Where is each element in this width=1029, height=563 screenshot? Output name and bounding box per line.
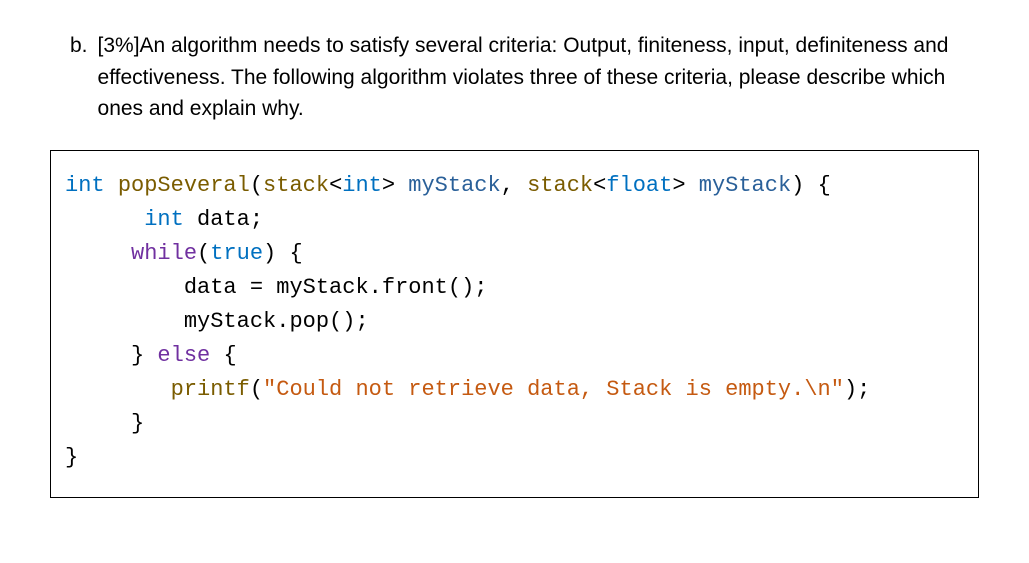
paren-close: ) xyxy=(791,173,804,198)
angle-lt: < xyxy=(329,173,342,198)
keyword-while: while xyxy=(131,241,197,266)
keyword-else: else xyxy=(144,343,223,368)
question-label: b. xyxy=(50,30,88,62)
indent xyxy=(65,241,131,266)
brace-close: } xyxy=(65,445,78,470)
code-line-outer-close: } xyxy=(65,441,964,475)
function-name: popSeveral xyxy=(118,173,250,198)
code-line-inner-close: } xyxy=(65,407,964,441)
param-name: myStack xyxy=(395,173,501,198)
indent xyxy=(65,309,184,334)
type-stack: stack xyxy=(527,173,593,198)
indent xyxy=(65,207,144,232)
brace-close: } xyxy=(131,343,144,368)
stmt: data = myStack.front(); xyxy=(184,275,488,300)
code-line-body1: data = myStack.front(); xyxy=(65,271,964,305)
code-line-body2: myStack.pop(); xyxy=(65,305,964,339)
indent xyxy=(65,377,171,402)
fn-printf: printf xyxy=(171,377,250,402)
angle-lt: < xyxy=(593,173,606,198)
brace-open: { xyxy=(276,241,302,266)
code-box: int popSeveral(stack<int> myStack, stack… xyxy=(50,150,979,499)
code-line-decl: int data; xyxy=(65,203,964,237)
indent xyxy=(65,275,184,300)
brace-open: { xyxy=(223,343,236,368)
comma: , xyxy=(501,173,527,198)
var-decl: data; xyxy=(184,207,263,232)
code-line-else: } else { xyxy=(65,339,964,373)
paren-open: ( xyxy=(197,241,210,266)
code-line-signature: int popSeveral(stack<int> myStack, stack… xyxy=(65,169,964,203)
param-name: myStack xyxy=(686,173,792,198)
paren-open: ( xyxy=(250,377,263,402)
keyword-float: float xyxy=(606,173,672,198)
string-literal: "Could not retrieve data, Stack is empty… xyxy=(263,377,844,402)
question-block: b. [3%]An algorithm needs to satisfy sev… xyxy=(50,30,979,125)
keyword-true: true xyxy=(210,241,263,266)
question-text: [3%]An algorithm needs to satisfy severa… xyxy=(98,30,979,125)
code-line-printf: printf("Could not retrieve data, Stack i… xyxy=(65,373,964,407)
question-line: b. [3%]An algorithm needs to satisfy sev… xyxy=(50,30,979,125)
brace-close: } xyxy=(131,411,144,436)
keyword-int: int xyxy=(144,207,184,232)
paren-open: ( xyxy=(250,173,263,198)
paren-close: ); xyxy=(844,377,870,402)
type-stack: stack xyxy=(263,173,329,198)
keyword-int: int xyxy=(342,173,382,198)
stmt: myStack.pop(); xyxy=(184,309,369,334)
indent xyxy=(65,343,131,368)
indent xyxy=(65,411,131,436)
code-line-while: while(true) { xyxy=(65,237,964,271)
angle-gt: > xyxy=(672,173,685,198)
brace-open: { xyxy=(804,173,830,198)
paren-close: ) xyxy=(263,241,276,266)
angle-gt: > xyxy=(382,173,395,198)
keyword-int: int xyxy=(65,173,105,198)
